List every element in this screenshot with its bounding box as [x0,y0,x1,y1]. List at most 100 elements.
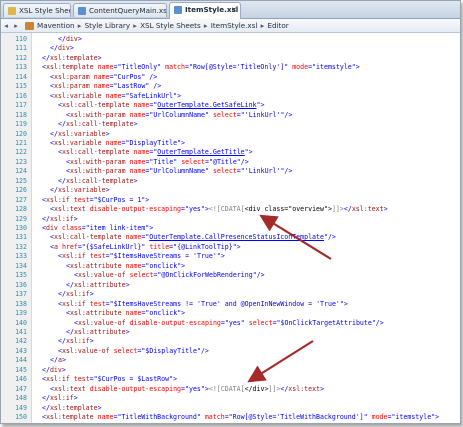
tab-contentquerymain[interactable]: ContentQueryMain.xsl [73,3,167,17]
code-line: <xsl:with-param name="Title" select="@Ti… [34,158,249,167]
line-number: 114 [15,72,27,81]
line-number: 110 [15,35,27,43]
code-line: </xsl:call-template> [34,120,137,129]
code-token: 'LinkUrl' [244,167,281,176]
code-token: xsl:if [61,252,86,261]
line-number-gutter: 110 111 112 113 114 115 116 117 118 119 120 121 122 1… [1,33,32,423]
code-token: > [105,129,110,138]
code-token: </ [343,205,352,214]
breadcrumb-mavention[interactable]: Mavention [37,21,75,30]
code-token: > [69,44,74,53]
code-line: </xsl:template> [34,404,102,413]
line-number: 142 [15,337,27,346]
code-line: </xsl:if> [34,394,78,403]
code-token: =" [236,110,245,119]
code-token: yes [228,318,241,327]
code-token: > [383,205,388,214]
code-token: "> [244,148,253,157]
line-number: 124 [15,167,27,176]
code-token: xsl:if [61,299,86,308]
code-token: =" [308,63,317,72]
code-token: > [97,53,102,62]
line-number: 150 [15,413,27,421]
code-line: </a> [34,356,66,365]
document-tab-bar: XSL Style Sheets ContentQueryMain.xsl It… [1,1,460,19]
code-token: </ [50,44,58,53]
code-token: <![CDATA[ [208,384,245,393]
breadcrumb-itemstyle[interactable]: ItemStyle.xsl [211,21,258,30]
code-editor[interactable]: </div> </div> </xsl:template> <xsl:template… [34,33,460,423]
site-icon [25,22,34,30]
code-token: "> [200,384,209,393]
code-line: <xsl:with-param name="UrlColumnName" sel… [34,167,292,176]
chevron-right-icon: ▸ [260,21,265,30]
code-token: TitleOnly [121,63,158,72]
code-line: <xsl:call-template name="OuterTemplate.C… [34,233,336,242]
line-number: 147 [15,384,27,393]
code-token: select [244,318,273,327]
code-token: xsl:call-template [65,176,134,185]
code-token: select [177,157,206,166]
line-number: 115 [15,82,27,91]
code-token: "/> [371,318,384,327]
code-token: xsl:template [45,63,94,72]
line-number: 144 [15,356,27,365]
line-number: 113 [15,63,27,72]
code-line: <xsl:attribute name="onclick"> [34,309,185,318]
line-number: 146 [15,375,27,384]
code-token: CurPos [117,72,142,81]
line-number: 148 [15,394,27,403]
code-token: SafeLinkUrl [129,91,174,100]
code-token: itemstyle [316,63,352,72]
code-token: disable-output-escaping [85,205,182,214]
code-line: <xsl:value-of select="@OnClickForWebRend… [34,271,265,280]
code-token: ]]> [268,384,281,393]
code-token: div [49,365,62,374]
code-token: =" [224,413,233,421]
line-number: 111 [15,44,27,53]
code-token: "/> [196,346,209,355]
code-token: > [125,280,130,289]
code-token: </ [58,35,66,43]
code-token: TitleWithBackground [121,413,197,421]
tab-itemstyle[interactable]: ItemStyle.xsl ✕ [169,2,241,19]
line-number: 138 [15,299,27,308]
code-token: mode [367,413,388,421]
line-number: 140 [15,318,27,327]
code-token: > [133,120,138,129]
back-arrow-icon[interactable]: ◂ [1,19,11,32]
breadcrumb-xsl-style-sheets[interactable]: XSL Style Sheets [140,21,201,30]
code-token: {$SafeLinkUrl} [85,242,142,251]
line-number: 135 [15,271,27,280]
editor-window: XSL Style Sheets ContentQueryMain.xsl It… [0,0,461,424]
code-token: xsl:variable [57,186,106,195]
code-token: " /> [145,82,162,91]
tab-xsl-style-sheets[interactable]: XSL Style Sheets [3,3,71,17]
code-token: select [208,167,237,176]
code-token: select [125,271,154,280]
code-token: match [161,63,185,72]
code-line: <xsl:if test="$CurPos = $LastRow"> [34,375,177,384]
code-line: </xsl:call-template> [34,177,137,186]
line-number: 125 [15,176,27,185]
code-token: </ [42,394,50,403]
code-token: xsl:attribute [69,309,122,318]
breadcrumb-editor[interactable]: Editor [267,21,288,30]
close-tab-icon[interactable]: ✕ [231,3,237,17]
code-token: > [73,394,78,403]
forward-arrow-icon[interactable]: ▸ [11,19,21,32]
code-token: itemstyle [395,413,432,421]
code-token: xsl:template [49,403,98,412]
code-token: </ [50,356,58,365]
code-token: "> [169,375,178,384]
breadcrumb-style-library[interactable]: Style Library [85,21,130,30]
code-token: test [69,195,90,204]
code-token: xsl:call-template [53,233,122,242]
code-token: @OnClickForWebRendering [161,271,253,280]
code-line: </div> [34,366,66,375]
code-token: xsl:param [53,72,90,81]
code-token: =" [236,167,245,176]
code-token: match [200,413,225,421]
line-number: 112 [15,53,27,62]
code-token: xsl:attribute [73,327,126,336]
